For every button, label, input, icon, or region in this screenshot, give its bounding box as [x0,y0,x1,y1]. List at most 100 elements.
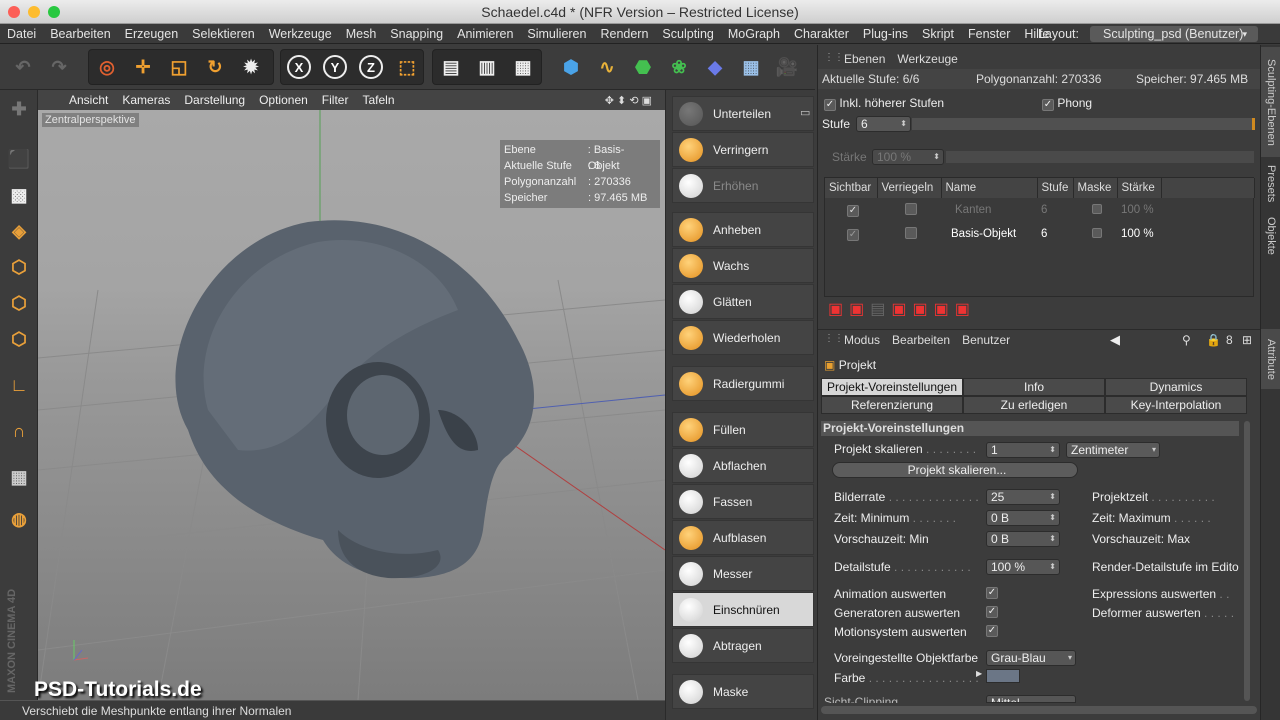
points-mode-icon[interactable]: ⬡ [4,252,34,282]
bake-icon[interactable]: ▣ [913,299,928,323]
attributes-scrollbar[interactable] [1244,421,1250,701]
polygons-mode-icon[interactable]: ⬡ [4,324,34,354]
deformer-icon[interactable]: ◆ [700,51,730,83]
horizontal-scrollbar[interactable] [821,706,1257,714]
minimize-window-button[interactable] [28,6,40,18]
menu-rendern[interactable]: Rendern [593,27,655,41]
close-window-button[interactable] [8,6,20,18]
zeit-minimum-field[interactable]: 0 B ⬍ [986,510,1060,526]
sculpt-tool-button[interactable]: Radiergummi [672,366,814,401]
expand-arrow-icon[interactable]: ▶ [976,669,982,678]
viewport-menu-ansicht[interactable]: Ansicht [62,93,115,107]
sculpt-tool-button[interactable]: Fassen [672,484,814,519]
sicht-clipping-select[interactable]: Mittel [986,695,1076,703]
sculpt-tool-button[interactable]: Wachs [672,248,814,283]
table-row[interactable]: ✓ Basis-Objekt 6 100 % [825,222,1255,246]
move-icon[interactable]: ✛ [128,51,158,83]
viewport-menu-kameras[interactable]: Kameras [115,93,177,107]
menu-snapping[interactable]: Snapping [383,27,450,41]
tab-objekte[interactable]: Objekte [1261,211,1280,261]
menu-sculpting[interactable]: Sculpting [655,27,720,41]
menu-datei[interactable]: Datei [0,27,43,41]
sculpt-tool-button[interactable]: Füllen [672,412,814,447]
coordinate-system-icon[interactable]: ⬚ [392,51,422,83]
stufe-slider[interactable] [912,118,1255,130]
layers-menu-ebenen[interactable]: Ebenen [844,52,885,66]
array-icon[interactable]: ❀ [664,51,694,83]
locked-workplane-icon[interactable]: ◍ [4,504,34,534]
menu-fenster[interactable]: Fenster [961,27,1017,41]
menu-selektieren[interactable]: Selektieren [185,27,262,41]
sculpt-tool-button[interactable]: Erhöhen [672,168,814,203]
mask-checkbox[interactable] [1073,198,1117,222]
cube-icon[interactable]: ⬢ [556,51,586,83]
viewport-menu-darstellung[interactable]: Darstellung [177,93,252,107]
layers-menu-werkzeuge[interactable]: Werkzeuge [897,52,957,66]
axis-mode-icon[interactable]: ∟ [4,370,34,400]
menu-charakter[interactable]: Charakter [787,27,856,41]
menu-mesh[interactable]: Mesh [339,27,384,41]
col-maske[interactable]: Maske [1073,178,1118,198]
menu-skript[interactable]: Skript [915,27,961,41]
menu-werkzeuge[interactable]: Werkzeuge [262,27,339,41]
search-icon[interactable]: ⚲ [1182,333,1191,347]
menu-bearbeiten[interactable]: Bearbeiten [43,27,117,41]
add-layer-icon[interactable]: ▣ [828,299,843,323]
delete-icon[interactable]: ▤ [870,299,885,323]
new-panel-icon[interactable]: ⊞ [1242,333,1252,347]
tab-projekt-voreinstellungen[interactable]: Projekt-Voreinstellungen [821,378,963,396]
spline-icon[interactable]: ∿ [592,51,622,83]
skull-model[interactable] [175,220,535,579]
generatoren-auswerten-checkbox[interactable]: ✓ [986,606,998,618]
bilderrate-field[interactable]: 25 ⬍ [986,489,1060,505]
tab-referenzierung[interactable]: Referenzierung [821,396,963,414]
sculpt-tool-button[interactable]: Einschnüren [672,592,814,627]
scene-floor-icon[interactable]: ▦ [736,51,766,83]
sculpt-tool-button[interactable]: Aufblasen [672,520,814,555]
undo-icon[interactable]: ↶ [8,51,38,83]
link-icon[interactable]: 8 [1226,333,1233,347]
edges-mode-icon[interactable]: ⬡ [4,288,34,318]
workplane-lock-icon[interactable]: ▦ [4,462,34,492]
sculpt-tool-button[interactable]: Maske [672,674,814,709]
snap-icon[interactable]: ∩ [4,416,34,446]
menu-erzeugen[interactable]: Erzeugen [118,27,186,41]
attributes-menu-benutzer[interactable]: Benutzer [962,333,1010,347]
col-stufe[interactable]: Stufe [1037,178,1074,198]
col-sichtbar[interactable]: Sichtbar [825,178,878,198]
lock-checkbox[interactable] [877,198,941,222]
copy-icon[interactable]: ▣ [934,299,949,323]
sculpt-tool-button[interactable]: Verringern [672,132,814,167]
tab-zu-erledigen[interactable]: Zu erledigen [963,396,1105,414]
sculpt-tool-button[interactable]: Messer [672,556,814,591]
objektfarbe-select[interactable]: Grau-Blau ▾ [986,650,1076,666]
maximize-window-button[interactable] [48,6,60,18]
tab-key-interpolation[interactable]: Key-Interpolation [1105,396,1247,414]
redo-icon[interactable]: ↷ [44,51,74,83]
detailstufe-field[interactable]: 100 % ⬍ [986,559,1060,575]
col-staerke[interactable]: Stärke [1117,178,1162,198]
viewport-menu-filter[interactable]: Filter [315,93,356,107]
tab-info[interactable]: Info [963,378,1105,396]
menu-mograph[interactable]: MoGraph [721,27,787,41]
vorschau-min-field[interactable]: 0 B ⬍ [986,531,1060,547]
recent-tool-icon[interactable]: ✹ [236,51,266,83]
menu-simulieren[interactable]: Simulieren [520,27,593,41]
tab-presets[interactable]: Presets [1261,159,1280,209]
projekt-skalieren-button[interactable]: Projekt skalieren... [832,462,1078,478]
sculpt-tool-button[interactable]: Anheben [672,212,814,247]
add-folder-icon[interactable]: ▣ [849,299,864,323]
table-row[interactable]: ✓ Kanten 6 100 % [825,198,1255,222]
axis-y-button[interactable]: Y [320,51,350,83]
lock-checkbox[interactable] [877,222,941,246]
scale-icon[interactable]: ◱ [164,51,194,83]
render-picture-viewer-icon[interactable]: ▥ [472,51,502,83]
render-settings-icon[interactable]: ▦ [508,51,538,83]
model-mode-icon[interactable]: ⬛ [4,144,34,174]
mask-checkbox[interactable] [1073,222,1117,246]
render-view-icon[interactable]: ▤ [436,51,466,83]
visible-checkbox[interactable]: ✓ [825,222,877,246]
camera-icon[interactable]: 🎥 [772,51,802,83]
texture-mode-icon[interactable]: ▩ [4,180,34,210]
workplane-icon[interactable]: ◈ [4,216,34,246]
